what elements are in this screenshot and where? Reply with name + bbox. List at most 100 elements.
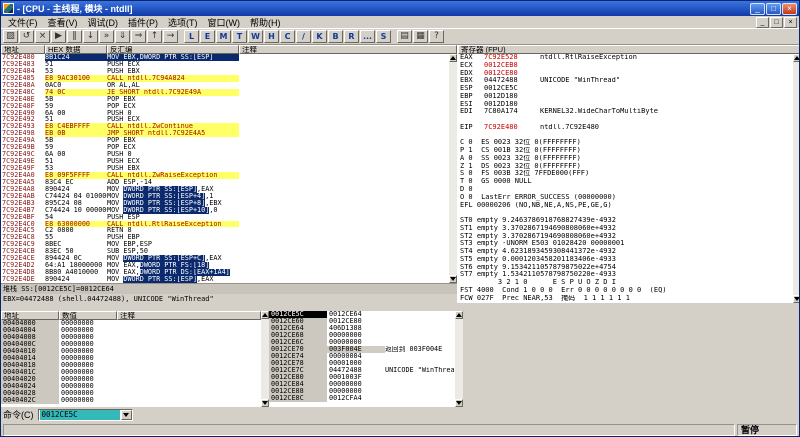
disasm-row[interactable]: 7C92E498 EB 0B JMP SHORT ntdll.7C92E4A5 — [1, 130, 449, 138]
toolbar-letter-L[interactable]: L — [184, 30, 199, 43]
toolbar-letter-...[interactable]: ... — [360, 30, 375, 43]
stack-row[interactable]: 0012CE84 00000000 — [269, 381, 455, 388]
child-restore-button[interactable]: □ — [770, 16, 783, 28]
toolbar-letter-B[interactable]: B — [328, 30, 343, 43]
close-process-button[interactable]: × — [35, 30, 50, 43]
disasm-row[interactable]: 7C92E4DE 890424 MOV DWORD PTR SS:[ESP],EAX — [1, 276, 449, 283]
dump-row[interactable]: 0040400C 00000000 — [1, 341, 261, 348]
menu-item-3[interactable]: 插件(P) — [123, 15, 163, 30]
disasm-row[interactable]: 7C92E4D8 8B80 A4010000 MOV EAX,DWORD PTR D… — [1, 269, 449, 276]
options-button[interactable]: ▦ — [413, 30, 428, 43]
dump-row[interactable]: 00404004 00000000 — [1, 327, 261, 334]
disasm-body[interactable]: 7C92E480 8B1C24 MOV EBX,DWORD PTR SS:[ESP]… — [1, 54, 449, 283]
toolbar-letter-E[interactable]: E — [200, 30, 215, 43]
disasm-row[interactable]: 7C92E49F 53 PUSH EBX — [1, 165, 449, 172]
command-input[interactable]: 0012CE5C — [39, 409, 120, 420]
menu-item-2[interactable]: 调试(D) — [83, 15, 124, 30]
disasm-row[interactable]: 7C92E490 6A 00 PUSH 0 — [1, 110, 449, 117]
dump-row[interactable]: 0040401C 00000000 — [1, 369, 261, 376]
disasm-row[interactable]: 7C92E4CB 83EC 50 SUB ESP,50 — [1, 248, 449, 255]
dump-body[interactable]: 00404000 00000000 00404004 00000000 00404008… — [1, 320, 261, 407]
disasm-row[interactable]: 7C92E49C 6A 00 PUSH 0 — [1, 151, 449, 158]
menu-item-5[interactable]: 窗口(W) — [203, 15, 246, 30]
register-row[interactable]: EBX 04472488 UNICODE "WinThread" — [458, 77, 793, 85]
stack-row[interactable]: 0012CE7C 04472488 UNICODE "WinThread" — [269, 367, 455, 374]
help-button[interactable]: ? — [429, 30, 444, 43]
trace-over-button[interactable]: ⇒ — [131, 30, 146, 43]
disasm-row[interactable]: 7C92E4CE 894424 0C MOV DWORD PTR SS:[ESP+C… — [1, 255, 449, 263]
pause-button[interactable]: ‖ — [67, 30, 82, 43]
close-button[interactable]: × — [782, 2, 797, 15]
scroll-down-icon[interactable] — [455, 399, 463, 407]
step-over-button[interactable]: » — [99, 30, 114, 43]
register-row[interactable]: EDX 0012CE80 — [458, 70, 793, 78]
stack-row[interactable]: 0012CE78 00001000 — [269, 360, 455, 367]
step-into-button[interactable]: ↓ — [83, 30, 98, 43]
toolbar-letter-R[interactable]: R — [344, 30, 359, 43]
disasm-row[interactable]: 7C92E4B7 C74424 10 00000000MOV DWORD PTR … — [1, 206, 449, 214]
stack-row[interactable]: 0012CE6C 00000000 — [269, 339, 455, 346]
dump-scrollbar[interactable] — [261, 311, 269, 407]
register-row[interactable]: ESP 0012CE5C — [458, 85, 793, 93]
toolbar-letter-C[interactable]: C — [280, 30, 295, 43]
scroll-up-icon[interactable] — [793, 54, 799, 62]
stack-row[interactable]: 0012CE88 00000000 — [269, 388, 455, 395]
scroll-down-icon[interactable] — [449, 275, 457, 283]
stack-row[interactable]: 0012CE74 00000004 — [269, 353, 455, 360]
disasm-row[interactable]: 7C92E49B 59 POP ECX — [1, 144, 449, 151]
dump-row[interactable]: 00404008 00000000 — [1, 334, 261, 341]
child-minimize-button[interactable]: _ — [756, 16, 769, 28]
open-button[interactable]: ▨ — [3, 30, 18, 43]
appearance-button[interactable]: ▤ — [397, 30, 412, 43]
disasm-row[interactable]: 7C92E4A5 83C4 EC ADD ESP,-14 — [1, 179, 449, 186]
scroll-down-icon[interactable] — [793, 295, 799, 303]
disasm-row[interactable]: 7C92E493 E8 C4EBFFFF CALL ntdll.ZwContinue — [1, 123, 449, 131]
scroll-up-icon[interactable] — [449, 54, 457, 62]
stack-row[interactable]: 0012CE8C 0012CFA4 — [269, 395, 455, 402]
stack-row[interactable]: 0012CE5C 0012CE64 — [269, 311, 455, 318]
toolbar-letter-M[interactable]: M — [216, 30, 231, 43]
goto-button[interactable]: → — [163, 30, 178, 43]
scroll-up-icon[interactable] — [261, 311, 269, 319]
disasm-row[interactable]: 7C92E4C8 55 PUSH EBP — [1, 234, 449, 241]
disasm-row[interactable]: 7C92E4B3 895C24 08 MOV DWORD PTR SS:[ESP+8… — [1, 199, 449, 207]
toolbar-letter-T[interactable]: T — [232, 30, 247, 43]
menu-item-4[interactable]: 选项(T) — [163, 15, 203, 30]
toolbar-letter-K[interactable]: K — [312, 30, 327, 43]
dump-row[interactable]: 00404000 00000000 — [1, 320, 261, 327]
disasm-row[interactable]: 7C92E4C0 E8 63000000 CALL ntdll.RtlRaiseEx… — [1, 220, 449, 228]
register-row[interactable]: EDI 7C80A174 KERNEL32.WideCharToMultiByte — [458, 108, 793, 116]
disasm-row[interactable]: 7C92E49E 51 PUSH ECX — [1, 158, 449, 165]
register-row[interactable]: EBP 0012D180 — [458, 93, 793, 101]
toolbar-letter-S[interactable]: S — [376, 30, 391, 43]
disasm-row[interactable]: 7C92E48E 5B POP EBX — [1, 96, 449, 103]
stack-row[interactable]: 0012CE80 0001003F — [269, 374, 455, 381]
dump-row[interactable]: 00404018 00000000 — [1, 362, 261, 369]
disasm-row[interactable]: 7C92E48A 0AC0 OR AL,AL — [1, 82, 449, 89]
disasm-row[interactable]: 7C92E4D2 64:A1 18000000 MOV EAX,DWORD PTR … — [1, 262, 449, 270]
dump-row[interactable]: 00404028 00000000 — [1, 390, 261, 397]
disasm-row[interactable]: 7C92E49A 5B POP EBX — [1, 137, 449, 144]
child-close-button[interactable]: × — [784, 16, 797, 28]
stack-row[interactable]: 0012CE60 0012CE80 — [269, 318, 455, 325]
toolbar-letter-W[interactable]: W — [248, 30, 263, 43]
trace-into-button[interactable]: ⇓ — [115, 30, 130, 43]
menu-item-6[interactable]: 帮助(H) — [245, 15, 286, 30]
dump-row[interactable]: 00404010 00000000 — [1, 348, 261, 355]
till-return-button[interactable]: ↑ — [147, 30, 162, 43]
restart-button[interactable]: ↺ — [19, 30, 34, 43]
disasm-row[interactable]: 7C92E4BF 54 PUSH ESP — [1, 214, 449, 221]
registers-scrollbar[interactable] — [793, 54, 799, 303]
disasm-row[interactable]: 7C92E492 51 PUSH ECX — [1, 116, 449, 123]
disasm-row[interactable]: 7C92E480 8B1C24 MOV EBX,DWORD PTR SS:[ESP] — [1, 54, 449, 61]
disasm-row[interactable]: 7C92E484 53 PUSH EBX — [1, 68, 449, 75]
disasm-row[interactable]: 7C92E48C 74 0C JE SHORT ntdll.7C92E49A — [1, 88, 449, 96]
disasm-row[interactable]: 7C92E4C9 8BEC MOV EBP,ESP — [1, 241, 449, 248]
disasm-row[interactable]: 7C92E483 51 PUSH ECX — [1, 61, 449, 68]
disasm-scrollbar[interactable] — [449, 54, 457, 283]
stack-scrollbar[interactable] — [455, 311, 463, 407]
register-row[interactable]: EAX 7C92E528 ntdll.RtlRaiseException — [458, 54, 793, 62]
register-row[interactable]: ECX 0012CEB8 — [458, 62, 793, 70]
disasm-row[interactable]: 7C92E4C5 C2 0800 RETN 8 — [1, 227, 449, 234]
restore-button[interactable]: □ — [766, 2, 781, 15]
